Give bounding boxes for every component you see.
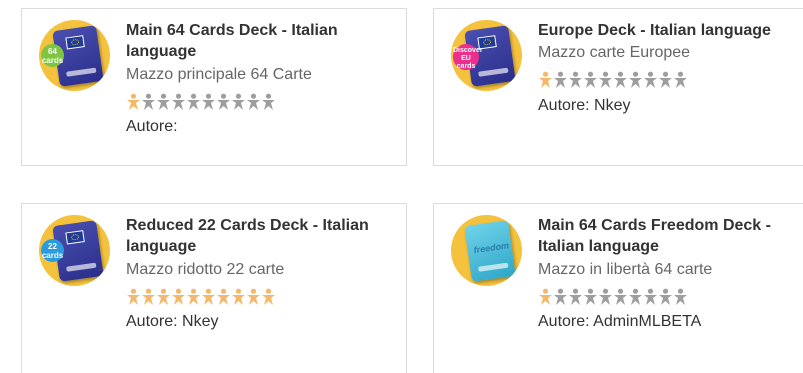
person-star-icon <box>202 288 215 305</box>
person-star-icon <box>187 288 200 305</box>
rating-stars <box>126 93 276 111</box>
person-star-icon <box>262 93 275 110</box>
person-star-icon <box>644 71 657 88</box>
person-star-icon <box>142 288 155 305</box>
deck-title[interactable]: Reduced 22 Cards Deck - Italian language <box>126 215 396 257</box>
card-deck-image: freedom <box>464 220 516 282</box>
deck-author: Autore: Nkey <box>538 97 631 114</box>
deck-badge: 64 cards <box>41 44 64 67</box>
person-star-icon <box>262 288 275 305</box>
person-star-icon <box>539 288 552 305</box>
deck-card-main-64[interactable]: 64 cards Main 64 Cards Deck - Italian la… <box>21 8 407 166</box>
deck-thumbnail[interactable]: 22 cards <box>39 215 110 286</box>
person-star-icon <box>232 288 245 305</box>
person-star-icon <box>599 71 612 88</box>
deck-author: Autore: <box>126 118 178 135</box>
person-star-icon <box>659 71 672 88</box>
person-star-icon <box>187 93 200 110</box>
person-star-icon <box>554 71 567 88</box>
person-star-icon <box>599 288 612 305</box>
person-star-icon <box>674 71 687 88</box>
deck-subtitle: Mazzo in libertà 64 carte <box>538 261 713 278</box>
deck-title[interactable]: Main 64 Cards Freedom Deck - Italian lan… <box>538 215 803 257</box>
person-star-icon <box>614 288 627 305</box>
rating-stars <box>538 71 688 89</box>
person-star-icon <box>644 288 657 305</box>
deck-subtitle: Mazzo ridotto 22 carte <box>126 261 285 278</box>
person-star-icon <box>247 93 260 110</box>
person-star-icon <box>584 71 597 88</box>
person-star-icon <box>202 93 215 110</box>
deck-badge: Discover EU cards <box>453 44 483 70</box>
person-star-icon <box>217 288 230 305</box>
eu-flag-icon <box>65 230 85 245</box>
person-star-icon <box>247 288 260 305</box>
person-star-icon <box>172 93 185 110</box>
deck-title[interactable]: Europe Deck - Italian language <box>538 20 803 41</box>
person-star-icon <box>157 288 170 305</box>
person-star-icon <box>217 93 230 110</box>
person-star-icon <box>614 71 627 88</box>
deck-subtitle: Mazzo principale 64 Carte <box>126 66 312 83</box>
person-star-icon <box>142 93 155 110</box>
person-star-icon <box>629 288 642 305</box>
person-star-icon <box>554 288 567 305</box>
deck-card-europe[interactable]: Discover EU cards Europe Deck - Italian … <box>433 8 803 166</box>
rating-stars <box>126 288 276 306</box>
person-star-icon <box>659 288 672 305</box>
deck-author: Autore: Nkey <box>126 313 219 330</box>
person-star-icon <box>539 71 552 88</box>
person-star-icon <box>127 288 140 305</box>
deck-thumbnail[interactable]: freedom <box>451 215 522 286</box>
person-star-icon <box>172 288 185 305</box>
rating-stars <box>538 288 688 306</box>
deck-badge: 22 cards <box>41 239 64 262</box>
person-star-icon <box>232 93 245 110</box>
deck-card-reduced-22[interactable]: 22 cards Reduced 22 Cards Deck - Italian… <box>21 203 407 373</box>
person-star-icon <box>127 93 140 110</box>
deck-card-freedom-64[interactable]: freedom Main 64 Cards Freedom Deck - Ita… <box>433 203 803 373</box>
deck-subtitle: Mazzo carte Europee <box>538 44 691 61</box>
eu-flag-icon <box>65 35 85 50</box>
deck-thumbnail[interactable]: 64 cards <box>39 20 110 91</box>
person-star-icon <box>629 71 642 88</box>
person-star-icon <box>584 288 597 305</box>
person-star-icon <box>674 288 687 305</box>
deck-author: Autore: AdminMLBETA <box>538 313 702 330</box>
deck-thumbnail[interactable]: Discover EU cards <box>451 20 522 91</box>
person-star-icon <box>569 71 582 88</box>
person-star-icon <box>569 288 582 305</box>
freedom-logo: freedom <box>473 240 510 256</box>
deck-title[interactable]: Main 64 Cards Deck - Italian language <box>126 20 396 62</box>
person-star-icon <box>157 93 170 110</box>
